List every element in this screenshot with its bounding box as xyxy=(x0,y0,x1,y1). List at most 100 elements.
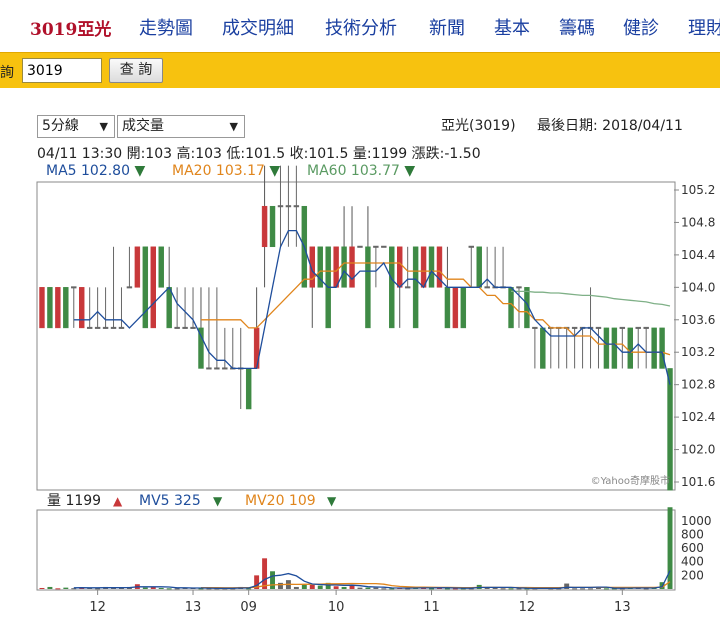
volume-bar xyxy=(572,588,578,590)
candle-body xyxy=(635,326,641,329)
x-tick-label: 10 xyxy=(328,600,345,615)
volume-bar xyxy=(341,586,347,589)
volume-bar xyxy=(142,587,148,589)
candle-body xyxy=(349,246,355,288)
candle-body xyxy=(460,287,467,329)
candle-body xyxy=(134,246,141,288)
volume-bar xyxy=(63,587,69,589)
candle-body xyxy=(397,246,403,288)
candle-body xyxy=(269,205,276,248)
candle-body xyxy=(285,205,292,208)
candle-body xyxy=(532,326,538,329)
volume-bar xyxy=(262,558,268,589)
price-tick-label: 104.0 xyxy=(681,280,715,294)
candle-body xyxy=(357,245,363,248)
x-tick-label: 11 xyxy=(423,600,440,615)
price-tick-label: 102.8 xyxy=(681,378,715,392)
candle-body xyxy=(86,326,93,329)
candle-body xyxy=(261,205,268,248)
x-tick-label: 12 xyxy=(519,600,536,615)
mv20-label: MV20 109 xyxy=(245,493,316,509)
price-tick-label: 101.6 xyxy=(681,475,715,489)
volume-bar xyxy=(47,586,53,589)
volume-bar xyxy=(603,588,609,590)
candle-body xyxy=(667,368,673,491)
volume-tick-label: 600 xyxy=(681,541,704,555)
candle-body xyxy=(373,245,379,248)
volume-bar xyxy=(500,588,506,590)
candle-body xyxy=(659,327,665,369)
volume-bar xyxy=(508,588,514,590)
volume-tick-label: 1000 xyxy=(681,514,712,528)
volume-panel: 1000800600400200 xyxy=(36,507,712,591)
price-tick-label: 102.0 xyxy=(681,443,715,457)
candle-body xyxy=(206,367,212,370)
candle-body xyxy=(94,326,101,329)
candle-body xyxy=(63,287,69,329)
volume-bar xyxy=(158,587,164,589)
candle-body xyxy=(603,327,610,369)
volume-bar xyxy=(333,586,339,589)
candle-body xyxy=(571,326,578,329)
candle-body xyxy=(110,326,117,329)
volume-legend: 量 1199 ▲ MV5 325 ▼ MV20 109 ▼ xyxy=(47,493,337,509)
candle-body xyxy=(118,326,125,329)
watermark: ©Yahoo奇摩股市 xyxy=(591,474,670,487)
volume-bar xyxy=(39,587,45,589)
volume-bar xyxy=(667,507,673,589)
candle-body xyxy=(71,286,77,289)
candle-body xyxy=(452,287,459,329)
volume-bar xyxy=(588,588,593,590)
candle-body xyxy=(222,367,228,370)
x-axis: 12 13 09 10 11 12 13 xyxy=(89,590,631,615)
mv20-trend-icon: ▼ xyxy=(327,494,337,508)
volume-bar xyxy=(174,588,180,590)
candle-body xyxy=(166,287,172,329)
mv5-trend-icon: ▼ xyxy=(213,494,223,508)
price-tick-label: 105.2 xyxy=(681,183,715,197)
volume-tick-label: 200 xyxy=(681,568,704,582)
candle-body xyxy=(277,205,284,208)
candle-body xyxy=(142,246,149,329)
volume-tick-label: 400 xyxy=(681,555,704,569)
volume-bar xyxy=(317,585,323,589)
candle-body xyxy=(595,326,602,329)
candle-body xyxy=(126,286,133,289)
candle-body xyxy=(333,246,339,288)
volume-bar xyxy=(166,588,172,590)
volume-bar xyxy=(309,584,315,589)
candle-body xyxy=(412,246,419,329)
candle-body xyxy=(508,287,514,329)
candle-body xyxy=(79,287,85,329)
candle-body xyxy=(182,326,188,329)
candle-body xyxy=(619,326,626,329)
candle-body xyxy=(293,205,300,208)
volume-bar xyxy=(270,571,275,589)
candle-body xyxy=(365,246,371,329)
volume-bar xyxy=(373,587,379,589)
candle-body xyxy=(174,326,180,329)
volume-bar xyxy=(293,586,299,589)
candle-body xyxy=(627,327,633,369)
volume-bar xyxy=(365,587,371,589)
x-tick-label: 09 xyxy=(240,600,257,615)
candle-body xyxy=(516,286,522,289)
candle-body xyxy=(404,286,411,289)
candle-body xyxy=(484,286,490,289)
price-tick-label: 103.6 xyxy=(681,313,715,327)
x-tick-label: 12 xyxy=(89,600,106,615)
price-tick-label: 103.2 xyxy=(681,345,715,359)
candle-body xyxy=(468,245,474,248)
candle-body xyxy=(102,326,109,329)
volume-bar xyxy=(95,588,101,590)
price-tick-label: 104.8 xyxy=(681,215,715,229)
volume-bar xyxy=(301,584,307,589)
volume-bar xyxy=(580,588,586,590)
candle-body xyxy=(341,246,347,288)
candle-body xyxy=(389,246,395,329)
candle-body xyxy=(39,287,45,329)
candle-body xyxy=(55,287,61,329)
candle-body xyxy=(214,367,220,370)
candle-body xyxy=(190,326,196,329)
candle-body xyxy=(643,326,649,329)
